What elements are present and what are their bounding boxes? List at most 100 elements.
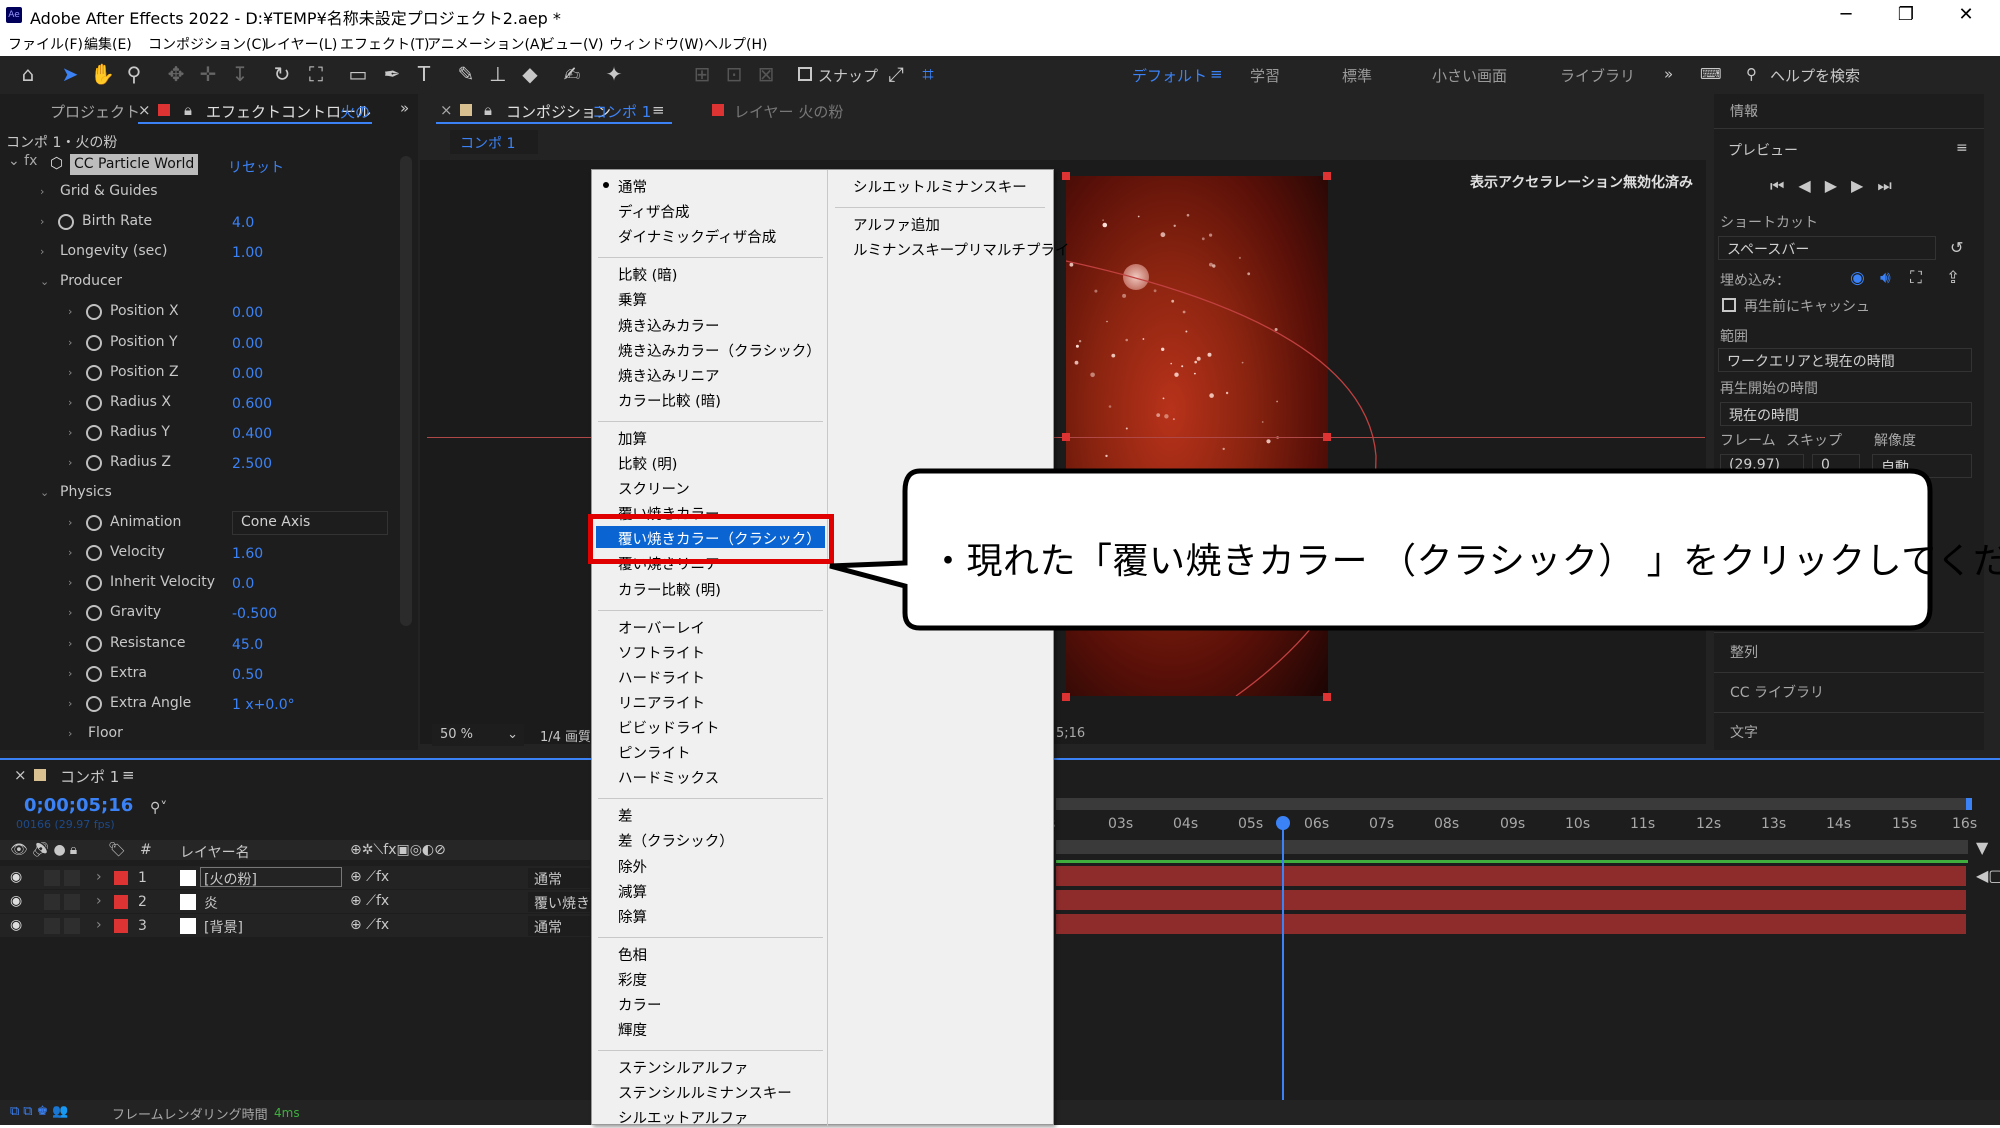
expand-arrow-icon[interactable]: › (68, 606, 72, 619)
blend-mode-item[interactable]: ルミナンスキープリマルチプライ (853, 239, 1069, 260)
handle-br[interactable] (1323, 693, 1331, 701)
handle-bl[interactable] (1062, 693, 1070, 701)
eraser-tool-icon[interactable]: ◆ (518, 62, 542, 86)
minimize-button[interactable]: ─ (1820, 0, 1872, 30)
blend-mode-item[interactable]: 焼き込みカラー (618, 315, 720, 336)
roto-tool-icon[interactable]: ✍ (560, 62, 584, 86)
workspace-libraries[interactable]: ライブラリ (1560, 65, 1635, 86)
timecode[interactable]: 0;00;05;16 (24, 795, 133, 816)
work-area-bar[interactable] (1056, 798, 1968, 810)
handle-mr[interactable] (1323, 433, 1331, 441)
expand-arrow-icon[interactable]: › (68, 396, 72, 409)
blend-mode-item[interactable]: アルファ追加 (853, 214, 940, 235)
timeline-search-icon[interactable]: ⚲˅ (150, 800, 350, 822)
zoom-dropdown[interactable]: 50 % ⌄ (432, 724, 524, 746)
stopwatch-icon[interactable] (58, 214, 74, 230)
comp-menu-icon[interactable]: ≡ (652, 101, 665, 119)
effect-expand-icon[interactable]: ⌄ fx (8, 153, 37, 169)
handle-tl[interactable] (1062, 172, 1070, 180)
footer-toggle-icons[interactable]: ⧉⧉♚👥 (10, 1104, 72, 1119)
timeline-menu-icon[interactable]: ≡ (122, 766, 135, 784)
property-value[interactable]: 0.00 (232, 305, 263, 321)
dolly-tool-icon[interactable]: ↧ (228, 62, 252, 86)
hand-tool-icon[interactable]: ✋ (90, 62, 115, 86)
stopwatch-icon[interactable] (86, 605, 102, 621)
expand-arrow-icon[interactable]: › (68, 637, 72, 650)
mode-dropdown[interactable]: 通常 (534, 869, 590, 889)
tab-project[interactable]: プロジェクト (50, 101, 140, 122)
blend-mode-item[interactable]: 加算 (618, 428, 647, 449)
audio-toggle[interactable] (44, 918, 60, 934)
blend-mode-item[interactable]: 除外 (618, 856, 647, 877)
property-value[interactable]: 1.60 (232, 546, 263, 562)
property-value[interactable]: 2.500 (232, 456, 272, 472)
stopwatch-icon[interactable] (86, 304, 102, 320)
menu-layer[interactable]: レイヤー(L) (263, 34, 337, 54)
stopwatch-icon[interactable] (86, 666, 102, 682)
blend-mode-item[interactable]: 彩度 (618, 969, 647, 990)
shortcut-dropdown[interactable]: スペースバー (1718, 236, 1936, 260)
timeline-tab[interactable]: コンポ 1 (60, 766, 119, 787)
menu-animation[interactable]: アニメーション(A) (427, 34, 545, 54)
work-area-end[interactable] (1966, 798, 1972, 810)
overlay-icon[interactable]: ⛶ (1910, 268, 1922, 288)
stopwatch-icon[interactable] (86, 575, 102, 591)
expand-arrow-icon[interactable]: › (40, 215, 44, 228)
menu-window[interactable]: ウィンドウ(W) (609, 34, 704, 54)
blend-mode-item[interactable]: スクリーン (618, 478, 690, 499)
blend-mode-item[interactable]: 比較 (明) (618, 453, 677, 474)
blend-mode-item[interactable]: カラー比較 (暗) (618, 390, 721, 411)
blend-mode-item[interactable]: ダイナミックディザ合成 (618, 226, 776, 247)
anchor-tool-icon[interactable]: ⛶ (304, 62, 328, 86)
close-timeline-icon[interactable]: × (14, 766, 27, 784)
animation-dropdown[interactable]: Cone Axis (232, 511, 388, 535)
close-button[interactable]: ✕ (1940, 0, 1992, 30)
property-value[interactable]: 4.0 (232, 215, 254, 231)
stopwatch-icon[interactable] (86, 696, 102, 712)
expand-arrow-icon[interactable]: › (40, 185, 44, 198)
layer-name-header[interactable]: レイヤー名 (180, 842, 250, 862)
menu-edit[interactable]: 編集(E) (84, 34, 132, 54)
close-comp-tab-icon[interactable]: × (440, 101, 453, 119)
pan-tool-icon[interactable]: ✛ (196, 62, 220, 86)
info-panel-title[interactable]: 情報 (1730, 101, 1758, 121)
blend-mode-item[interactable]: ピンライト (618, 742, 691, 763)
text-tool-icon[interactable]: T (412, 62, 436, 86)
pen-tool-icon[interactable]: ✒ (380, 62, 404, 86)
more-workspaces-icon[interactable]: » (1664, 65, 1673, 83)
zoom-tool-icon[interactable]: ⚲ (122, 62, 146, 86)
expand-arrow-icon[interactable]: › (68, 697, 72, 710)
expand-arrow-icon[interactable]: › (68, 305, 72, 318)
property-value[interactable]: 1 x+0.0° (232, 697, 295, 713)
eye-icon[interactable]: ◉ (10, 869, 22, 885)
workspace-standard[interactable]: 標準 (1342, 65, 1372, 86)
axis-world-icon[interactable]: ⊡ (722, 62, 746, 86)
expand-arrow-icon[interactable]: › (68, 426, 72, 439)
property-value[interactable]: 0.600 (232, 396, 272, 412)
layer-bar-3[interactable] (1056, 914, 1966, 934)
eye-icon[interactable]: ◉ (10, 893, 22, 909)
blend-mode-item[interactable]: 色相 (618, 944, 647, 965)
switches-icons[interactable]: ⊕ ⟋fx (350, 893, 389, 909)
layer-row[interactable] (0, 914, 590, 937)
solo-toggle[interactable] (64, 918, 80, 934)
blend-mode-item[interactable]: 輝度 (618, 1019, 647, 1040)
mode-dropdown[interactable]: 通常 (534, 917, 590, 937)
property-value[interactable]: -0.500 (232, 606, 277, 622)
expand-arrow-icon[interactable]: › (96, 917, 102, 933)
layer-name[interactable]: [背景] (204, 917, 243, 937)
tab-comp-name[interactable]: コンポ 1 (592, 101, 651, 122)
expand-arrow-icon[interactable]: › (68, 546, 72, 559)
layer-row[interactable] (0, 890, 590, 913)
playback-controls[interactable]: ⏮◀▶▶⏭ (1770, 176, 1906, 196)
search-icon[interactable]: ⚲ (1746, 65, 1757, 83)
layer-label-swatch[interactable] (114, 919, 128, 933)
axis-local-icon[interactable]: ⊞ (690, 62, 714, 86)
snap-checkbox[interactable] (798, 67, 812, 81)
eye-icon[interactable]: ◉ (10, 917, 22, 933)
expand-arrow-icon[interactable]: › (96, 869, 102, 885)
blend-mode-item[interactable]: ソフトライト (618, 642, 705, 663)
align-panel-title[interactable]: 整列 (1730, 642, 1758, 662)
expand-arrow-icon[interactable]: › (68, 516, 72, 529)
blend-mode-item[interactable]: カラー比較 (明) (618, 579, 721, 600)
